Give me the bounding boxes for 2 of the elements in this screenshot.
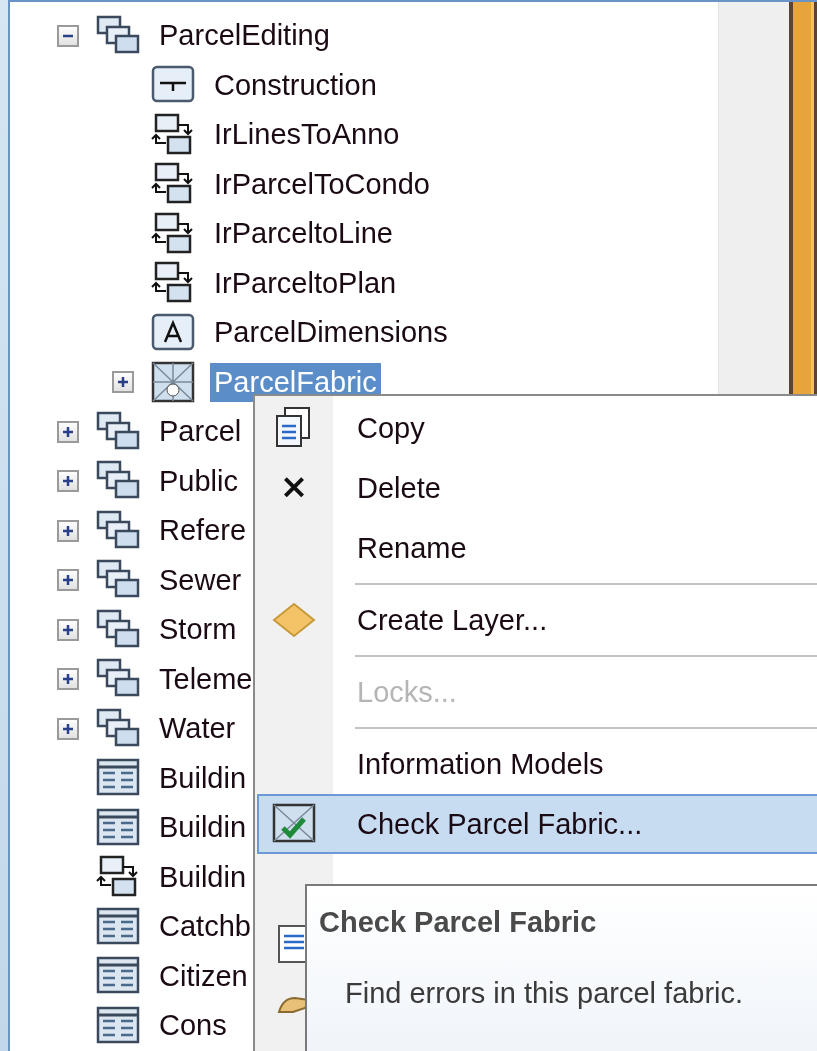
tooltip-text: Find errors in this parcel fabric. <box>345 977 744 1010</box>
tooltip-title: Check Parcel Fabric <box>319 906 597 939</box>
